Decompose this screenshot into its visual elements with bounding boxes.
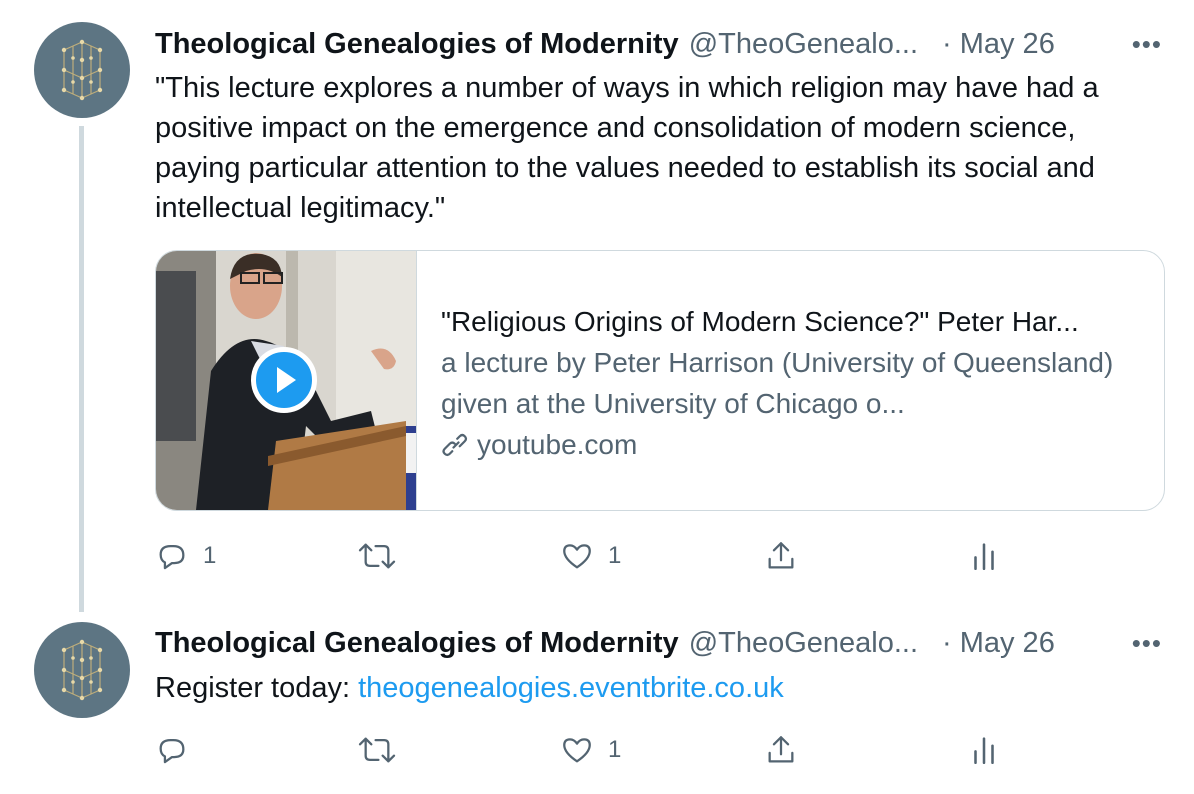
avatar-logo-icon xyxy=(61,639,103,701)
avatar[interactable] xyxy=(34,622,130,718)
card-description: a lecture by Peter Harrison (University … xyxy=(441,347,1114,419)
analytics-icon xyxy=(974,737,994,765)
like-count: 1 xyxy=(608,736,622,763)
tweet-date[interactable]: May 26 xyxy=(960,627,1055,660)
share-icon xyxy=(768,542,794,569)
reply-icon xyxy=(159,544,185,570)
analytics-icon xyxy=(974,543,994,571)
reply-icon xyxy=(159,738,185,764)
tweet-text: "This lecture explores a number of ways … xyxy=(155,72,1099,224)
like-icon xyxy=(563,738,591,763)
author-handle[interactable]: @TheoGenealo... xyxy=(689,28,918,61)
like-button[interactable]: 1 xyxy=(560,536,621,576)
play-icon[interactable] xyxy=(251,347,317,413)
retweet-button[interactable] xyxy=(357,730,397,770)
more-icon[interactable]: ••• xyxy=(1132,24,1162,64)
share-button[interactable] xyxy=(764,536,798,576)
video-thumbnail[interactable] xyxy=(156,251,417,510)
like-icon xyxy=(563,544,591,569)
card-text: "Religious Origins of Modern Science?" P… xyxy=(441,301,1141,465)
card-domain-text: youtube.com xyxy=(477,429,638,460)
card-domain: youtube.com xyxy=(441,424,1141,465)
retweet-button[interactable] xyxy=(357,536,397,576)
reply-count: 1 xyxy=(203,542,217,569)
tweet-actions: 1 1 xyxy=(155,536,1155,576)
like-count: 1 xyxy=(608,542,622,569)
tweet-text-prefix: Register today: xyxy=(155,672,359,704)
tweet-actions: 1 xyxy=(155,730,1155,770)
retweet-icon xyxy=(358,543,396,569)
eventbrite-link[interactable]: theogenealogies.eventbrite.co.uk xyxy=(358,672,784,704)
reply-button[interactable]: 1 xyxy=(155,536,216,576)
separator: · xyxy=(942,626,952,659)
analytics-button[interactable] xyxy=(967,730,1001,770)
tweet-text: Register today: theogenealogies.eventbri… xyxy=(155,668,1165,708)
card-title: "Religious Origins of Modern Science?" P… xyxy=(441,306,1079,337)
tweet-header: Theological Genealogies of Modernity @Th… xyxy=(155,24,1055,64)
link-card[interactable]: "Religious Origins of Modern Science?" P… xyxy=(155,250,1165,511)
reply-button[interactable] xyxy=(155,730,189,770)
avatar-logo-icon xyxy=(61,39,103,101)
tweet-2[interactable]: Theological Genealogies of Modernity @Th… xyxy=(0,612,1194,794)
retweet-icon xyxy=(358,737,396,763)
author-name[interactable]: Theological Genealogies of Modernity xyxy=(155,627,679,660)
analytics-button[interactable] xyxy=(967,536,1001,576)
more-icon[interactable]: ••• xyxy=(1132,623,1162,663)
share-icon xyxy=(768,736,794,763)
avatar[interactable] xyxy=(34,22,130,118)
share-button[interactable] xyxy=(764,730,798,770)
like-button[interactable]: 1 xyxy=(560,730,621,770)
tweet-header: Theological Genealogies of Modernity @Th… xyxy=(155,623,1055,663)
author-handle[interactable]: @TheoGenealo... xyxy=(689,627,918,660)
tweet-1[interactable]: Theological Genealogies of Modernity @Th… xyxy=(0,0,1194,612)
separator: · xyxy=(942,27,952,60)
link-icon xyxy=(442,433,468,456)
author-name[interactable]: Theological Genealogies of Modernity xyxy=(155,28,679,61)
tweet-date[interactable]: May 26 xyxy=(960,28,1055,61)
